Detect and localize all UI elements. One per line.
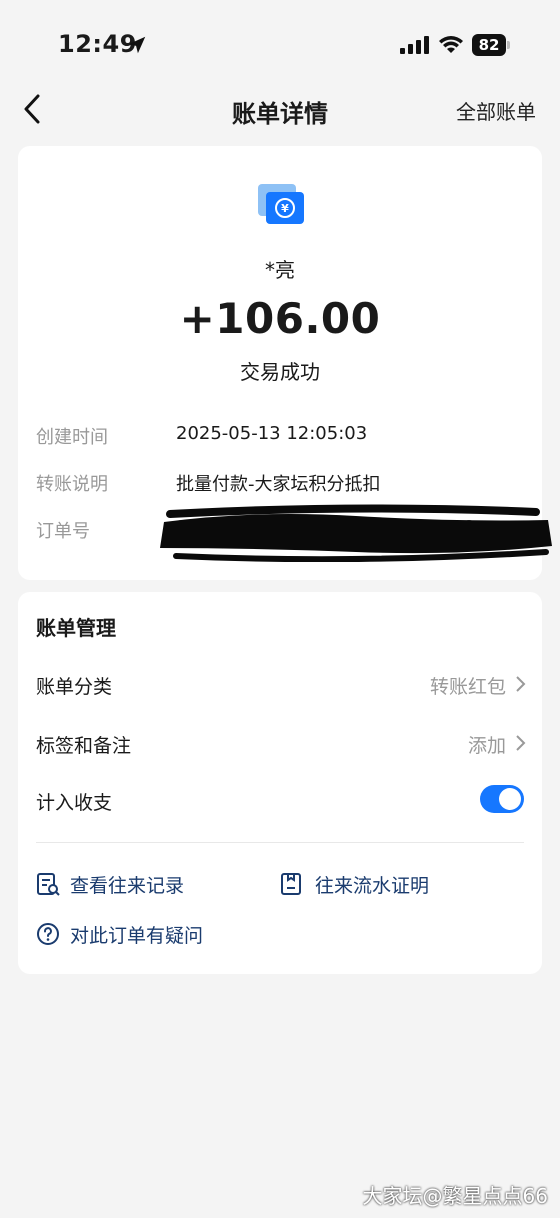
document-icon — [281, 873, 301, 895]
chevron-right-icon — [516, 735, 526, 751]
bill-management-title: 账单管理 — [36, 616, 116, 640]
flow-proof-label: 往来流水证明 — [315, 875, 430, 897]
battery-level: 82 — [472, 34, 506, 56]
order-number-label: 订单号 — [36, 521, 90, 542]
chevron-right-icon — [516, 676, 526, 692]
tags-notes-label: 标签和备注 — [36, 735, 132, 757]
transfer-yuan-icon: ¥ — [258, 184, 304, 224]
bill-management-card: 账单管理 账单分类 转账红包 标签和备注 添加 计入收支 查看往来记录 往来流水… — [18, 592, 542, 974]
location-arrow-icon — [128, 36, 146, 54]
divider — [36, 842, 524, 843]
redaction-scribble — [160, 504, 552, 562]
watermark: 大家坛@繁星点点66 — [362, 1184, 548, 1208]
bill-category-value: 转账红包 — [429, 676, 506, 698]
transaction-amount: +106.00 — [179, 294, 381, 343]
all-bills-link[interactable]: 全部账单 — [456, 96, 536, 125]
transfer-note-label: 转账说明 — [36, 474, 108, 495]
battery-icon: 82 — [472, 34, 510, 56]
bill-category-label: 账单分类 — [36, 676, 113, 698]
counterparty-name: *亮 — [265, 258, 295, 282]
status-bar: 12:49 82 — [0, 0, 560, 90]
toggle-knob — [499, 788, 521, 810]
nav-bar: 账单详情 全部账单 — [0, 84, 560, 134]
question-circle-icon — [37, 923, 59, 945]
created-time-label: 创建时间 — [36, 427, 108, 448]
question-label: 对此订单有疑问 — [70, 925, 204, 947]
record-list-icon — [37, 873, 60, 896]
cellular-signal-icon — [400, 36, 429, 54]
transaction-status: 交易成功 — [240, 360, 320, 384]
svg-text:¥: ¥ — [281, 202, 289, 215]
count-in-toggle[interactable] — [480, 785, 524, 813]
wifi-icon — [439, 36, 463, 53]
created-time-value: 2025-05-13 12:05:03 — [176, 423, 368, 444]
transaction-card: ¥ *亮 +106.00 交易成功 创建时间 2025-05-13 12:05:… — [18, 146, 552, 580]
count-in-label: 计入收支 — [36, 792, 113, 814]
view-history-label: 查看往来记录 — [70, 875, 185, 897]
tags-notes-value: 添加 — [467, 735, 506, 757]
transfer-note-value: 批量付款-大家坛积分抵扣 — [176, 474, 381, 495]
